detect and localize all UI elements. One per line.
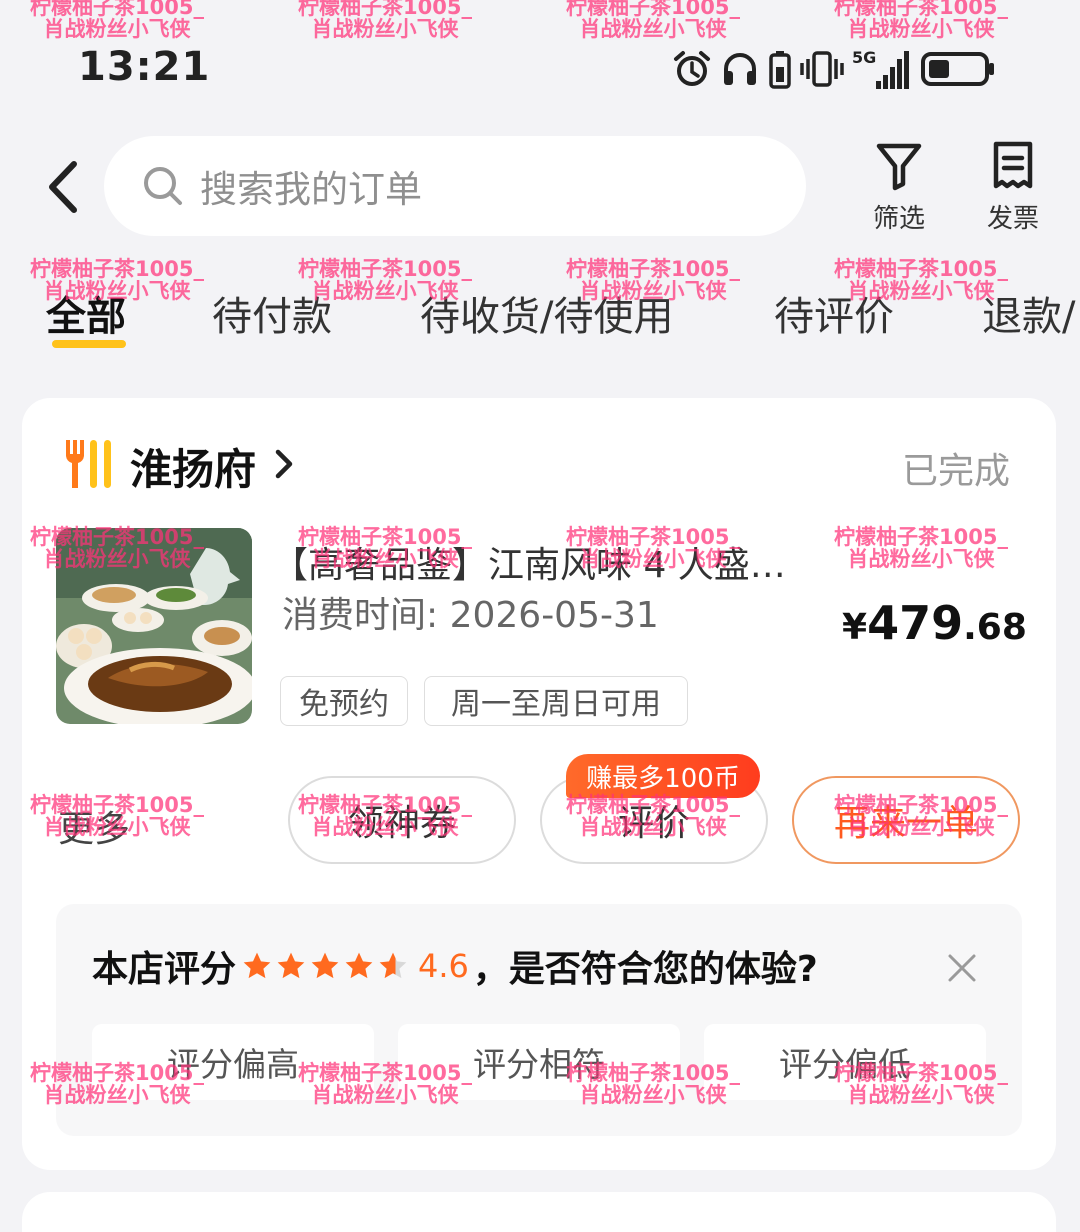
rating-match-button[interactable]: 评分相符 — [398, 1024, 680, 1100]
more-button[interactable]: 更多 — [58, 800, 130, 852]
tag-no-reservation: 免预约 — [280, 676, 408, 726]
rating-question: 本店评分 4.6 ，是否符合您的体验? — [92, 940, 818, 992]
watermark-line2: 肖战粉丝小飞侠 — [43, 17, 191, 41]
invoice-button[interactable]: 发票 — [968, 140, 1058, 235]
watermark-line1: 柠檬柚子茶1005_ — [834, 257, 1008, 281]
tab-pending-payment[interactable]: 待付款 — [212, 284, 332, 342]
tab-active-indicator — [52, 340, 126, 348]
close-icon[interactable] — [946, 952, 978, 984]
filter-button[interactable]: 筛选 — [854, 140, 944, 235]
filter-icon — [876, 143, 922, 191]
review-reward-badge: 赚最多100币 — [566, 754, 760, 798]
network-label: 5G — [852, 48, 877, 67]
order-status: 已完成 — [902, 451, 1011, 492]
rating-prefix: 本店评分 — [92, 949, 237, 990]
watermark-line1: 柠檬柚子茶1005_ — [30, 257, 204, 281]
star-icon — [243, 952, 271, 979]
order-price: ¥479.68 — [842, 596, 1027, 650]
product-title[interactable]: 【高奢品鉴】江南风味 4 人盛… — [272, 536, 792, 588]
signal-5g-icon: 5G — [852, 49, 912, 89]
rating-panel — [56, 904, 1022, 1136]
rating-too-high-button[interactable]: 评分偏高 — [92, 1024, 374, 1100]
back-button[interactable] — [40, 156, 96, 218]
claim-coupon-button[interactable]: 领神券 — [288, 776, 516, 864]
status-time: 13:21 — [78, 44, 211, 90]
watermark-line1: 柠檬柚子茶1005_ — [30, 0, 204, 19]
alarm-icon — [674, 51, 710, 86]
watermark: 柠檬柚子茶1005_ 肖战粉丝小飞侠 — [30, 0, 204, 40]
star-icon — [311, 952, 339, 979]
headphones-icon — [724, 53, 756, 85]
watermark: 柠檬柚子茶1005_ 肖战粉丝小飞侠 — [298, 0, 472, 40]
rating-score: 4.6 — [418, 947, 469, 985]
tag-available-days: 周一至周日可用 — [424, 676, 688, 726]
reorder-button[interactable]: 再来一单 — [792, 776, 1020, 864]
tab-refund[interactable]: 退款/ — [982, 284, 1075, 342]
tab-all[interactable]: 全部 — [46, 284, 126, 342]
watermark: 柠檬柚子茶1005_ 肖战粉丝小飞侠 — [834, 0, 1008, 40]
watermark: 柠檬柚子茶1005_ 肖战粉丝小飞侠 — [566, 0, 740, 40]
invoice-icon — [993, 141, 1033, 189]
vibrate-icon — [800, 51, 844, 87]
star-icon — [345, 952, 373, 979]
chevron-left-icon — [49, 161, 77, 213]
price-decimal: .68 — [963, 607, 1027, 648]
watermark-line2: 肖战粉丝小飞侠 — [579, 17, 727, 41]
food-image — [56, 528, 252, 724]
battery-icon — [921, 52, 994, 86]
search-input[interactable]: 搜索我的订单 — [104, 136, 806, 236]
rating-too-low-button[interactable]: 评分偏低 — [704, 1024, 986, 1100]
tab-pending-review[interactable]: 待评价 — [774, 284, 894, 342]
consume-time: 消费时间: 2026-05-31 — [282, 595, 659, 636]
next-order-card[interactable] — [22, 1192, 1056, 1232]
tab-pending-receive[interactable]: 待收货/待使用 — [420, 284, 673, 342]
rating-stars — [240, 950, 410, 982]
star-half-icon — [379, 952, 407, 979]
product-thumbnail[interactable] — [56, 528, 252, 724]
watermark-line2: 肖战粉丝小飞侠 — [311, 17, 459, 41]
shop-name[interactable]: 淮扬府 — [130, 436, 256, 497]
price-integer: 479 — [867, 596, 964, 650]
battery-saver-icon — [769, 51, 791, 89]
status-icons: 5G — [672, 44, 996, 94]
watermark-line1: 柠檬柚子茶1005_ — [566, 0, 740, 19]
chevron-right-icon[interactable] — [272, 446, 296, 482]
watermark-line1: 柠檬柚子茶1005_ — [298, 0, 472, 19]
filter-label: 筛选 — [872, 204, 925, 234]
rating-question-text: ，是否符合您的体验? — [472, 949, 818, 990]
watermark-line1: 柠檬柚子茶1005_ — [834, 0, 1008, 19]
search-icon — [144, 167, 182, 205]
price-currency: ¥ — [842, 607, 868, 648]
fork-knife-icon — [66, 440, 111, 488]
watermark-line1: 柠檬柚子茶1005_ — [298, 257, 472, 281]
search-placeholder: 搜索我的订单 — [200, 168, 422, 211]
watermark-line1: 柠檬柚子茶1005_ — [566, 257, 740, 281]
invoice-label: 发票 — [986, 204, 1039, 234]
star-icon — [277, 952, 305, 979]
watermark-line2: 肖战粉丝小飞侠 — [847, 17, 995, 41]
